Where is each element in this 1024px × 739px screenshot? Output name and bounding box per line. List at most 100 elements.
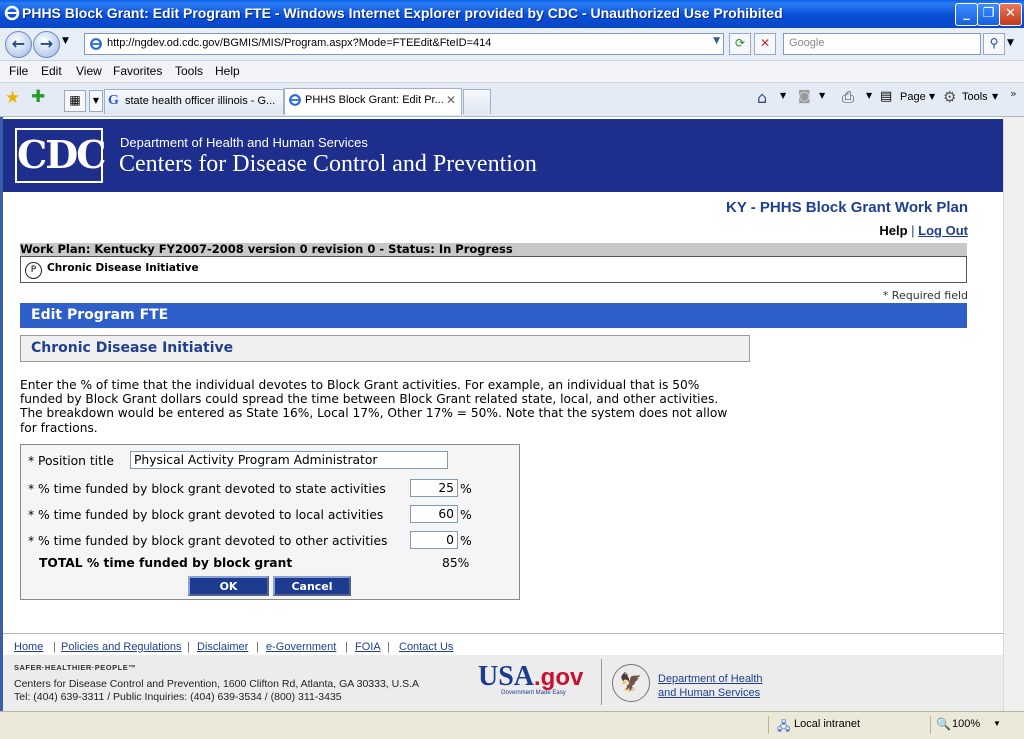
window-title: PHHS Block Grant: Edit Program FTE - Win… — [22, 5, 783, 21]
tagline: SAFER·HEALTHIER·PEOPLE™ — [14, 663, 137, 672]
feeds-icon[interactable]: ◙ — [798, 89, 811, 104]
chevron-more-icon[interactable]: » — [1010, 87, 1017, 100]
new-tab-button[interactable] — [463, 89, 491, 114]
print-icon[interactable]: ⎙ — [842, 88, 854, 106]
menu-tools[interactable]: Tools — [175, 64, 203, 78]
footer-link-contact[interactable]: Contact Us — [399, 641, 453, 653]
address-dropdown-icon[interactable]: ▼ — [713, 36, 720, 46]
tools-menu[interactable]: Tools — [962, 91, 988, 103]
work-plan-title: KY - PHHS Block Grant Work Plan — [726, 199, 968, 216]
footer-links: Home | Policies and Regulations | Discla… — [3, 633, 1003, 655]
footer-phone: Tel: (404) 639-3311 / Public Inquiries: … — [14, 691, 342, 703]
minimize-button[interactable]: _ — [955, 3, 978, 26]
internet-explorer-icon — [4, 5, 20, 21]
footer-link-home[interactable]: Home — [14, 641, 43, 653]
work-plan-status: Work Plan: Kentucky FY2007-2008 version … — [20, 243, 967, 256]
hhs-link-line2[interactable]: and Human Services — [658, 687, 760, 699]
forward-arrow-icon: → — [39, 34, 54, 53]
footer-divider — [601, 659, 602, 705]
tab-list-icon[interactable]: ▼ — [89, 90, 103, 112]
stop-icon[interactable]: ✕ — [754, 33, 776, 55]
window-title-bar[interactable]: PHHS Block Grant: Edit Program FTE - Win… — [0, 0, 1024, 28]
cdc-logo: CDC — [15, 128, 106, 183]
search-input[interactable]: Google — [783, 33, 981, 55]
ie-favicon-icon — [289, 94, 301, 106]
program-breadcrumb-name: Chronic Disease Initiative — [47, 262, 199, 274]
menu-file[interactable]: File — [9, 64, 28, 78]
zoom-dropdown-icon[interactable]: ▼ — [993, 719, 1001, 728]
program-title: Chronic Disease Initiative — [31, 340, 234, 356]
menu-help[interactable]: Help — [215, 64, 240, 78]
page-viewport: CDC Department of Health and Human Servi… — [0, 117, 1003, 711]
refresh-icon[interactable]: ⟳ — [729, 33, 751, 55]
other-percent-input[interactable]: 0 — [410, 531, 458, 549]
menu-bar: File Edit View Favorites Tools Help — [0, 61, 1024, 83]
status-bar: 🖧 Local intranet 🔍 100% ▼ — [0, 711, 1024, 739]
print-dropdown-icon[interactable]: ▼ — [866, 91, 872, 100]
feeds-dropdown-icon[interactable]: ▼ — [819, 91, 825, 100]
program-icon: P — [25, 262, 42, 279]
page-icon: ▤ — [880, 89, 893, 104]
section-title: Edit Program FTE — [31, 307, 169, 323]
cdc-banner: CDC Department of Health and Human Servi… — [3, 119, 1003, 192]
menu-favorites[interactable]: Favorites — [113, 64, 162, 78]
search-icon[interactable]: ⚲ — [983, 33, 1005, 55]
search-options-icon[interactable]: ▼ — [1007, 38, 1014, 48]
footer-separator: | — [345, 641, 348, 653]
cancel-button[interactable]: Cancel — [273, 576, 351, 596]
menu-view[interactable]: View — [76, 64, 102, 78]
back-button[interactable]: ← — [5, 31, 32, 58]
zone-label: Local intranet — [794, 718, 861, 730]
position-title-label: * Position title — [28, 454, 114, 468]
intranet-icon: 🖧 — [777, 719, 791, 733]
search-placeholder: Google — [789, 37, 825, 49]
help-link[interactable]: Help — [879, 223, 907, 238]
footer-link-foia[interactable]: FOIA — [355, 641, 381, 653]
zoom-control[interactable]: 🔍 100% ▼ — [930, 716, 1021, 734]
vertical-scrollbar[interactable] — [1003, 117, 1024, 711]
ok-button[interactable]: OK — [188, 576, 269, 596]
local-activities-label: * % time funded by block grant devoted t… — [28, 508, 384, 522]
other-activities-label: * % time funded by block grant devoted t… — [28, 534, 388, 548]
favorites-star-icon[interactable]: ★ — [5, 88, 20, 108]
add-favorite-icon[interactable]: ✚ — [31, 87, 45, 107]
local-percent-input[interactable]: 60 — [410, 505, 458, 523]
page-menu[interactable]: Page — [900, 91, 926, 103]
close-window-button[interactable]: ✕ — [999, 3, 1022, 26]
tab-edit-program[interactable]: PHHS Block Grant: Edit Pr... ✕ — [284, 88, 462, 115]
site-footer: SAFER·HEALTHIER·PEOPLE™ Centers for Dise… — [3, 655, 1003, 711]
logout-link[interactable]: Log Out — [918, 223, 968, 238]
home-dropdown-icon[interactable]: ▼ — [780, 91, 786, 100]
hhs-link-line1[interactable]: Department of Health — [658, 673, 763, 685]
home-icon[interactable]: ⌂ — [757, 88, 767, 107]
history-dropdown-icon[interactable]: ▼ — [62, 36, 69, 46]
tab-google-search[interactable]: G state health officer illinois - G... — [104, 89, 284, 114]
footer-separator: | — [387, 641, 390, 653]
fte-form: * Position title Physical Activity Progr… — [20, 444, 520, 600]
help-links: Help | Log Out — [879, 223, 968, 238]
tab-label: PHHS Block Grant: Edit Pr... — [305, 94, 444, 106]
tools-dropdown-icon[interactable]: ▼ — [992, 92, 998, 101]
close-tab-icon[interactable]: ✕ — [446, 93, 456, 107]
usagov-gov: .gov — [534, 664, 584, 691]
menu-edit[interactable]: Edit — [41, 64, 62, 78]
address-url[interactable]: http://ngdev.od.cdc.gov/BGMIS/MIS/Progra… — [107, 37, 491, 49]
quick-tabs-icon[interactable]: ▦ — [64, 90, 86, 112]
zoom-icon: 🔍 — [936, 717, 951, 731]
footer-link-egovernment[interactable]: e-Government — [266, 641, 336, 653]
page-dropdown-icon[interactable]: ▼ — [929, 92, 935, 101]
instructions: Enter the % of time that the individual … — [20, 378, 728, 435]
hhs-eagle-icon: 🦅 — [612, 664, 650, 702]
footer-link-disclaimer[interactable]: Disclaimer — [197, 641, 248, 653]
position-title-input[interactable]: Physical Activity Program Administrator — [130, 451, 448, 469]
address-toolbar: ← → ▼ http://ngdev.od.cdc.gov/BGMIS/MIS/… — [0, 28, 1024, 61]
footer-link-policies[interactable]: Policies and Regulations — [61, 641, 181, 653]
usagov-logo[interactable]: USA.gov — [478, 661, 583, 693]
usagov-usa: USA — [478, 661, 535, 692]
tab-bar: ★ ✚ ▦ ▼ G state health officer illinois … — [0, 83, 1024, 117]
address-bar[interactable]: http://ngdev.od.cdc.gov/BGMIS/MIS/Progra… — [84, 33, 724, 55]
forward-button[interactable]: → — [33, 31, 60, 58]
help-separator: | — [911, 223, 915, 238]
state-percent-input[interactable]: 25 — [410, 479, 458, 497]
restore-button[interactable]: ❐ — [977, 3, 1000, 26]
